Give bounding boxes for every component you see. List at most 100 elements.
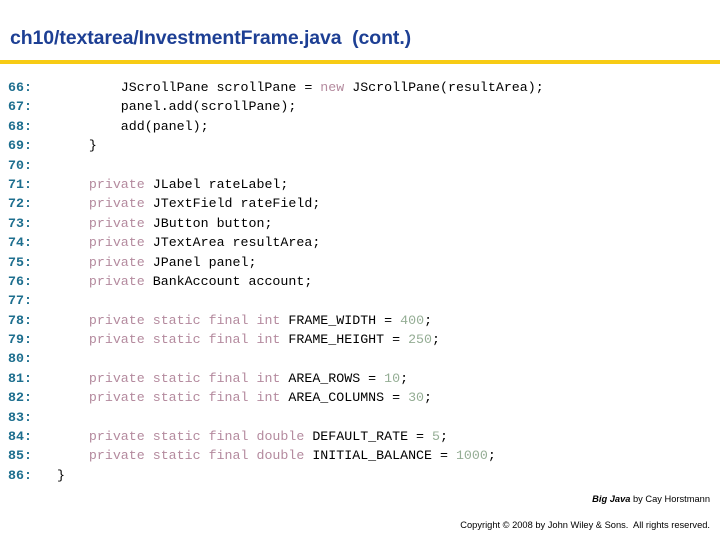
code-token: ; — [432, 332, 441, 348]
code-keyword: private — [88, 235, 145, 251]
code-line: 84: private static final double DEFAULT_… — [0, 427, 720, 446]
code-number: 400 — [400, 312, 425, 328]
code-line-number: 85: — [8, 448, 32, 464]
code-listing: 66: JScrollPane scrollPane = new JScroll… — [0, 78, 720, 485]
code-line-number: 71: — [8, 176, 32, 192]
code-line: 81: private static final int AREA_ROWS =… — [0, 369, 720, 388]
code-token: JButton button; — [144, 215, 273, 231]
code-line-number: 80: — [8, 351, 32, 367]
code-line: 73: private JButton button; — [0, 214, 720, 233]
title-divider — [0, 60, 720, 64]
code-line-number: 78: — [8, 312, 32, 328]
book-author: by Cay Horstmann — [630, 494, 710, 504]
code-token: AREA_ROWS = — [280, 370, 385, 386]
code-line-number: 69: — [8, 138, 32, 154]
code-line-number: 68: — [8, 118, 32, 134]
code-line-text: } — [41, 138, 97, 153]
code-line-number: 66: — [8, 80, 32, 95]
code-token: add(panel); — [41, 118, 209, 134]
code-token: ; — [424, 390, 433, 406]
code-line-text: private JPanel panel; — [41, 254, 257, 270]
code-keyword: private static final int — [88, 312, 281, 328]
code-line: 71: private JLabel rateLabel; — [0, 175, 720, 194]
code-line: 79: private static final int FRAME_HEIGH… — [0, 330, 720, 349]
code-line: 85: private static final double INITIAL_… — [0, 446, 720, 465]
code-token: JScrollPane scrollPane = — [41, 80, 321, 95]
code-line-number: 81: — [8, 370, 32, 386]
code-line-number: 77: — [8, 293, 32, 309]
code-keyword: private — [88, 254, 145, 270]
code-line-text: private BankAccount account; — [41, 274, 312, 289]
code-token: FRAME_HEIGHT = — [280, 332, 409, 348]
code-token: BankAccount account; — [144, 273, 313, 289]
code-line-number: 86: — [8, 467, 32, 483]
code-token: } — [41, 138, 97, 154]
code-line-text: private JButton button; — [41, 215, 273, 231]
code-number: 1000 — [455, 448, 488, 464]
code-keyword: private — [88, 176, 145, 192]
code-line: 67: panel.add(scrollPane); — [0, 97, 720, 116]
copyright-notice: Copyright © 2008 by John Wiley & Sons. A… — [460, 520, 710, 530]
code-line-number: 82: — [8, 390, 32, 406]
code-line-text: private JTextArea resultArea; — [41, 235, 320, 250]
code-token: ; — [487, 448, 496, 464]
code-line-number: 79: — [8, 332, 32, 348]
footer: Big Java by Cay Horstmann Copyright © 20… — [210, 480, 710, 532]
code-line-number: 74: — [8, 235, 32, 251]
code-line: 74: private JTextArea resultArea; — [0, 233, 720, 252]
code-line-number: 83: — [8, 409, 32, 425]
code-line: 83: — [0, 408, 720, 427]
code-token: INITIAL_BALANCE = — [304, 448, 456, 464]
code-token: JLabel rateLabel; — [144, 176, 289, 192]
code-token: panel.add(scrollPane); — [41, 99, 297, 115]
code-number: 250 — [408, 332, 433, 348]
code-line-text: private static final int FRAME_HEIGHT = … — [41, 332, 440, 347]
code-keyword: private static final double — [88, 448, 305, 464]
footer-attribution: Big Java by Cay Horstmann — [210, 480, 710, 519]
code-line: 82: private static final int AREA_COLUMN… — [0, 388, 720, 407]
code-keyword: private — [88, 273, 145, 289]
code-token: JTextField rateField; — [144, 196, 321, 212]
code-line: 75: private JPanel panel; — [0, 253, 720, 272]
code-token: JScrollPane(resultArea); — [344, 80, 544, 95]
code-token: ; — [400, 370, 409, 386]
code-line-text: panel.add(scrollPane); — [41, 99, 297, 115]
page-title: ch10/textarea/InvestmentFrame.java (cont… — [10, 27, 412, 49]
code-line-number: 76: — [8, 273, 32, 289]
code-line: 68: add(panel); — [0, 117, 720, 136]
code-line-text: private JTextField rateField; — [41, 196, 320, 211]
code-line-number: 75: — [8, 254, 32, 270]
code-keyword: private static final double — [88, 429, 305, 445]
code-line-text: add(panel); — [41, 119, 209, 134]
code-line: 66: JScrollPane scrollPane = new JScroll… — [0, 78, 720, 97]
code-line-number: 67: — [8, 99, 32, 115]
code-line: 78: private static final int FRAME_WIDTH… — [0, 311, 720, 330]
book-title: Big Java — [592, 494, 631, 504]
code-line: 70: — [0, 156, 720, 175]
code-token: } — [41, 467, 65, 483]
code-line: 80: — [0, 349, 720, 368]
code-token: DEFAULT_RATE = — [304, 429, 433, 445]
code-keyword: private static final int — [88, 332, 281, 348]
code-token: AREA_COLUMNS = — [280, 390, 409, 406]
code-line: 72: private JTextField rateField; — [0, 194, 720, 213]
code-line-text: private static final double INITIAL_BALA… — [41, 448, 496, 463]
code-line: 69: } — [0, 136, 720, 155]
code-line: 77: — [0, 291, 720, 310]
code-number: 10 — [384, 370, 401, 386]
code-line-text: private static final double DEFAULT_RATE… — [41, 429, 448, 444]
code-line-number: 73: — [8, 215, 32, 231]
code-line: 76: private BankAccount account; — [0, 272, 720, 291]
code-line-number: 70: — [8, 157, 32, 173]
code-line-text: } — [41, 468, 65, 483]
code-number: 30 — [408, 390, 425, 406]
code-line-text: private static final int AREA_COLUMNS = … — [41, 390, 432, 405]
code-keyword: private — [88, 215, 145, 231]
